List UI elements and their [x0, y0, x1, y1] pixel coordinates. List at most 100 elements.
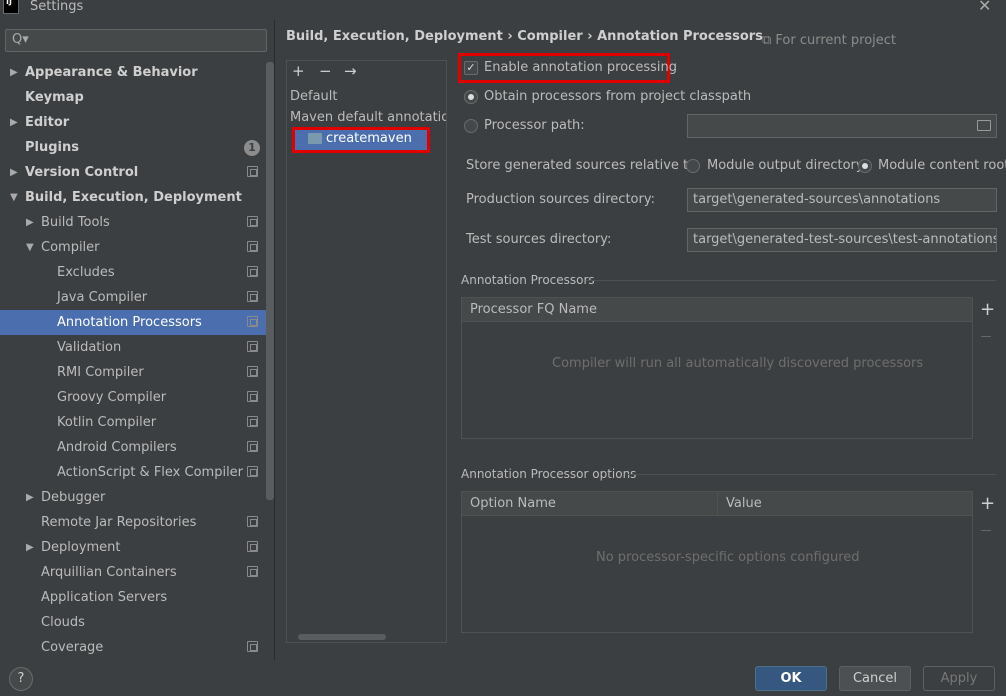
remove-option-icon[interactable]: [981, 530, 991, 531]
project-scope-icon: [247, 516, 258, 527]
sidebar-item-deployment[interactable]: ▶ Deployment: [0, 535, 266, 560]
sidebar-item-label: RMI Compiler: [57, 365, 144, 380]
section-divider: [626, 474, 996, 475]
remove-profile-button[interactable]: −: [319, 62, 332, 80]
cancel-button[interactable]: Cancel: [839, 666, 911, 691]
sidebar-item-coverage[interactable]: Coverage: [0, 635, 266, 660]
remove-processor-icon[interactable]: [981, 336, 991, 337]
nav-scrollbar[interactable]: [266, 62, 274, 500]
option-name-column[interactable]: Option Name: [470, 492, 556, 515]
sidebar-item-label: Editor: [25, 115, 70, 130]
sidebar-item-editor[interactable]: ▶ Editor: [0, 110, 266, 135]
module-output-radio[interactable]: [686, 159, 700, 173]
production-sources-field[interactable]: target\generated-sources\annotations: [687, 188, 997, 212]
chevron-right-icon[interactable]: ▶: [10, 160, 18, 185]
sidebar-item-label: Kotlin Compiler: [57, 415, 157, 430]
obtain-from-classpath-radio[interactable]: [464, 90, 478, 104]
sidebar-item-label: Java Compiler: [57, 290, 148, 305]
profile-list-hscrollbar[interactable]: [298, 634, 386, 640]
for-current-project-label: ⧉ For current project: [762, 33, 897, 48]
sidebar-item-label: Coverage: [41, 640, 104, 655]
chevron-down-icon[interactable]: ▼: [10, 185, 18, 210]
sidebar-item-label: Keymap: [25, 90, 84, 105]
obtain-from-classpath-label[interactable]: Obtain processors from project classpath: [484, 89, 751, 104]
add-option-button[interactable]: +: [980, 493, 995, 514]
module-content-root-radio[interactable]: [858, 159, 872, 173]
test-sources-label: Test sources directory:: [466, 232, 612, 247]
window-title: Settings: [30, 0, 84, 14]
add-processor-button[interactable]: +: [980, 299, 995, 320]
project-scope-icon: [247, 241, 258, 252]
project-scope-icon: [247, 566, 258, 577]
plugins-update-badge: 1: [244, 140, 260, 156]
column-separator[interactable]: [717, 492, 718, 516]
enable-annotation-checkbox[interactable]: ✓: [464, 61, 478, 75]
section-divider: [586, 280, 996, 281]
sidebar-item-excludes[interactable]: Excludes: [0, 260, 266, 285]
sidebar-item-version-control[interactable]: ▶ Version Control: [0, 160, 266, 185]
chevron-right-icon[interactable]: ▶: [26, 210, 34, 235]
annotation-processors-section-title: Annotation Processors: [461, 273, 595, 287]
sidebar-item-label: Appearance & Behavior: [25, 65, 198, 80]
production-sources-label: Production sources directory:: [466, 192, 655, 207]
sidebar-item-kotlin-compiler[interactable]: Kotlin Compiler: [0, 410, 266, 435]
processor-path-radio[interactable]: [464, 119, 478, 133]
sidebar-item-build-execution-deployment[interactable]: ▼ Build, Execution, Deployment: [0, 185, 266, 210]
apply-button[interactable]: Apply: [923, 666, 995, 691]
sidebar-item-label: Annotation Processors: [57, 315, 202, 330]
sidebar-item-application-servers[interactable]: Application Servers: [0, 585, 266, 610]
profile-default[interactable]: Default: [290, 89, 446, 104]
sidebar-item-label: Clouds: [41, 615, 85, 630]
chevron-right-icon[interactable]: ▶: [10, 110, 18, 135]
sidebar-item-annotation-processors[interactable]: Annotation Processors: [0, 310, 266, 335]
sidebar-item-arquillian-containers[interactable]: Arquillian Containers: [0, 560, 266, 585]
sidebar-item-compiler[interactable]: ▼ Compiler: [0, 235, 266, 260]
enable-annotation-label[interactable]: Enable annotation processing: [484, 60, 677, 75]
browse-folder-icon[interactable]: [977, 120, 991, 131]
add-profile-button[interactable]: +: [292, 62, 305, 80]
project-scope-icon: [247, 641, 258, 652]
sidebar-item-debugger[interactable]: ▶ Debugger: [0, 485, 266, 510]
sidebar-item-label: Validation: [57, 340, 122, 355]
breadcrumb: Build, Execution, Deployment › Compiler …: [286, 29, 763, 44]
project-scope-icon: [247, 291, 258, 302]
sidebar-item-label: Deployment: [41, 540, 121, 555]
option-value-column[interactable]: Value: [726, 492, 762, 515]
sidebar-item-plugins[interactable]: Plugins 1: [0, 135, 266, 160]
sidebar-item-java-compiler[interactable]: Java Compiler: [0, 285, 266, 310]
processors-empty-text: Compiler will run all automatically disc…: [552, 356, 924, 371]
sidebar-item-keymap[interactable]: Keymap: [0, 85, 266, 110]
sidebar-item-validation[interactable]: Validation: [0, 335, 266, 360]
chevron-right-icon[interactable]: ▶: [26, 485, 34, 510]
chevron-right-icon[interactable]: ▶: [26, 535, 34, 560]
chevron-right-icon[interactable]: ▶: [10, 60, 18, 85]
sidebar-item-remote-jar-repositories[interactable]: Remote Jar Repositories: [0, 510, 266, 535]
module-content-root-label[interactable]: Module content root: [878, 158, 1006, 173]
module-output-label[interactable]: Module output directory: [707, 158, 864, 173]
profile-maven-default[interactable]: Maven default annotation processors prof…: [290, 110, 446, 125]
sidebar-item-label: Arquillian Containers: [41, 565, 177, 580]
settings-search-input[interactable]: Q▾: [5, 29, 267, 52]
move-profile-button[interactable]: →: [344, 62, 357, 80]
processor-fq-name-column[interactable]: Processor FQ Name: [470, 298, 597, 321]
processor-path-field[interactable]: [687, 114, 997, 138]
sidebar-item-actionscript-flex-compiler[interactable]: ActionScript & Flex Compiler: [0, 460, 266, 485]
close-icon[interactable]: ✕: [978, 0, 991, 15]
store-generated-label: Store generated sources relative to:: [466, 158, 701, 173]
chevron-down-icon[interactable]: ▼: [26, 235, 34, 260]
title-bar: IJ Settings ✕: [0, 0, 1006, 16]
ok-button[interactable]: OK: [755, 666, 827, 691]
project-scope-icon: [247, 266, 258, 277]
sidebar-item-android-compilers[interactable]: Android Compilers: [0, 435, 266, 460]
sidebar-item-appearance-behavior[interactable]: ▶ Appearance & Behavior: [0, 60, 266, 85]
test-sources-field[interactable]: target\generated-test-sources\test-annot…: [687, 228, 997, 252]
options-empty-text: No processor-specific options configured: [596, 550, 860, 565]
processor-path-label[interactable]: Processor path:: [484, 118, 585, 133]
sidebar-item-build-tools[interactable]: ▶ Build Tools: [0, 210, 266, 235]
sidebar-item-groovy-compiler[interactable]: Groovy Compiler: [0, 385, 266, 410]
intellij-app-icon: IJ: [3, 0, 19, 14]
project-scope-icon: [247, 366, 258, 377]
help-button[interactable]: ?: [9, 667, 33, 691]
sidebar-item-clouds[interactable]: Clouds: [0, 610, 266, 635]
sidebar-item-rmi-compiler[interactable]: RMI Compiler: [0, 360, 266, 385]
